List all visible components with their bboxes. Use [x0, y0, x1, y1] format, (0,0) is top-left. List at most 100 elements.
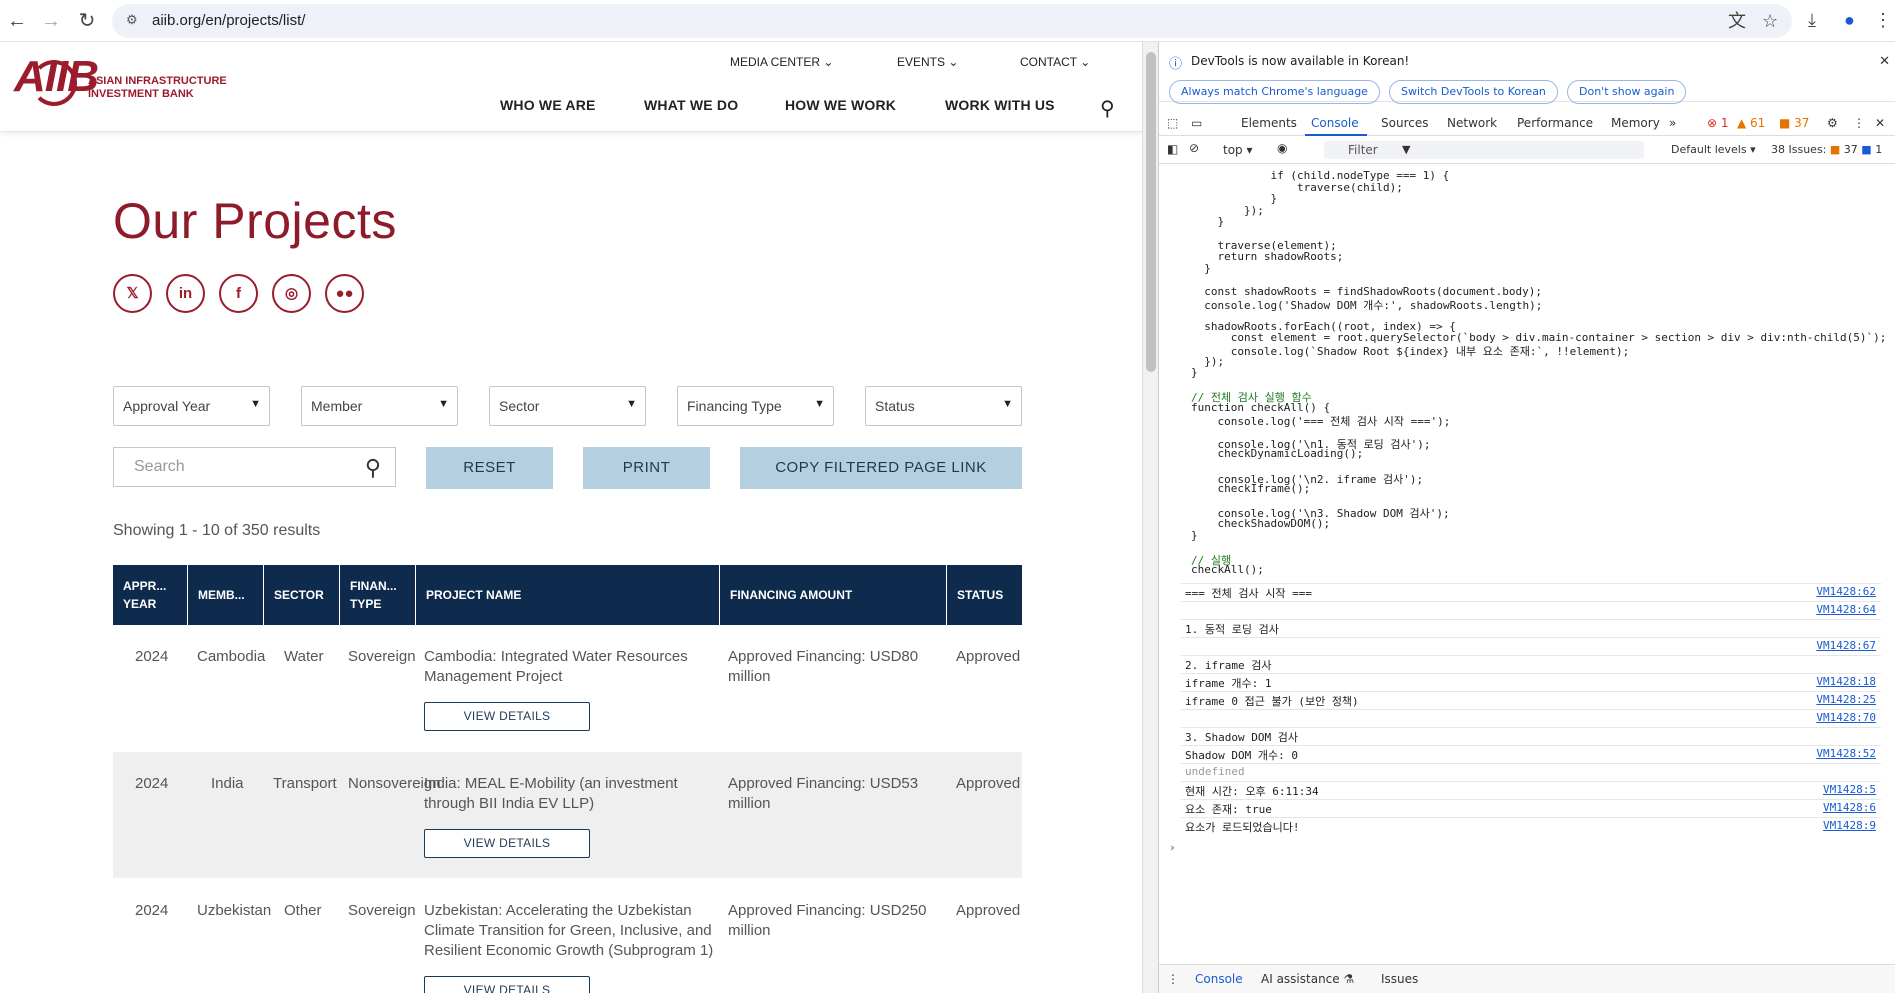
financing-type-select[interactable]: Financing Type ▼	[677, 386, 834, 426]
source-link[interactable]: VM1428:9	[1823, 819, 1876, 832]
message-separator	[1181, 691, 1881, 692]
x-twitter-icon[interactable]: 𝕏	[113, 274, 152, 313]
copy-filtered-link-button[interactable]: COPY FILTERED PAGE LINK	[740, 447, 1022, 489]
page-scroll-thumb[interactable]	[1146, 52, 1156, 372]
approval-year-select[interactable]: Approval Year ▼	[113, 386, 270, 426]
error-count[interactable]: ⊗ 1	[1707, 116, 1729, 130]
search-icon[interactable]: ⚲	[365, 455, 381, 481]
col-status[interactable]: STATUS	[947, 565, 1022, 625]
issues-summary[interactable]: 38 Issues: ■ 37 ■ 1	[1771, 143, 1882, 156]
view-details-button[interactable]: VIEW DETAILS	[424, 829, 590, 858]
url-text[interactable]: aiib.org/en/projects/list/	[152, 12, 305, 29]
search-input[interactable]: Search ⚲	[113, 447, 396, 487]
cell-year: 2024	[135, 648, 169, 665]
more-options-icon[interactable]: ⋮	[1853, 116, 1865, 130]
bookmark-star-icon[interactable]: ☆	[1762, 11, 1778, 31]
source-link[interactable]: VM1428:62	[1816, 585, 1876, 598]
tab-network[interactable]: Network	[1447, 116, 1497, 130]
switch-to-korean-button[interactable]: Switch DevTools to Korean	[1389, 80, 1558, 104]
drawer-menu-icon[interactable]: ⋮	[1167, 972, 1179, 986]
site-info-icon[interactable]: ⚙	[126, 12, 142, 28]
website-viewport: AIIB ASIAN INFRASTRUCTURE INVESTMENT BAN…	[0, 42, 1142, 993]
search-icon[interactable]: ⚲	[1100, 96, 1115, 121]
profile-icon[interactable]: ●	[1844, 10, 1855, 30]
settings-gear-icon[interactable]: ⚙	[1827, 116, 1838, 130]
clear-console-icon[interactable]: ⊘	[1189, 141, 1199, 155]
tab-console[interactable]: Console	[1311, 116, 1359, 130]
back-icon[interactable]: ←	[4, 8, 30, 34]
nav-who-we-are[interactable]: WHO WE ARE	[500, 97, 596, 113]
source-link[interactable]: VM1428:67	[1816, 639, 1876, 652]
linkedin-icon[interactable]: in	[166, 274, 205, 313]
member-select[interactable]: Member ▼	[301, 386, 458, 426]
drawer-tab-console[interactable]: Console	[1195, 972, 1243, 986]
drawer-tab-ai-assistance[interactable]: AI assistance ⚗	[1261, 972, 1354, 986]
view-details-button[interactable]: VIEW DETAILS	[424, 702, 590, 731]
nav-what-we-do[interactable]: WHAT WE DO	[644, 97, 738, 113]
forward-icon[interactable]: →	[38, 8, 64, 34]
source-link[interactable]: VM1428:52	[1816, 747, 1876, 760]
nav-work-with-us[interactable]: WORK WITH US	[945, 97, 1055, 113]
facebook-icon[interactable]: f	[219, 274, 258, 313]
address-bar[interactable]: ⚙ aiib.org/en/projects/list/ 文 ☆	[112, 4, 1792, 38]
inspect-element-icon[interactable]: ⬚	[1167, 116, 1178, 130]
log-levels-select[interactable]: Default levels ▾	[1671, 143, 1756, 156]
source-link[interactable]: VM1428:18	[1816, 675, 1876, 688]
tab-memory[interactable]: Memory	[1611, 116, 1660, 130]
translate-icon[interactable]: 文	[1728, 11, 1746, 31]
page-scrollbar[interactable]	[1142, 42, 1158, 993]
reset-button[interactable]: RESET	[426, 447, 553, 489]
events-link[interactable]: EVENTS ⌄	[897, 55, 958, 69]
console-prompt-icon[interactable]: ›	[1169, 841, 1176, 854]
media-center-link[interactable]: MEDIA CENTER ⌄	[730, 55, 833, 69]
weibo-icon[interactable]: ◎	[272, 274, 311, 313]
issue-count[interactable]: ■ 37	[1779, 116, 1809, 130]
source-link[interactable]: VM1428:64	[1816, 603, 1876, 616]
code-line: console.log('Shadow DOM 개수:', shadowRoot…	[1191, 298, 1543, 312]
col-financing-amount[interactable]: FINANCING AMOUNT	[720, 565, 947, 625]
col-financing-type[interactable]: FINAN... TYPE	[340, 565, 416, 625]
console-output[interactable]: if (child.nodeType === 1) { traverse(chi…	[1159, 165, 1895, 965]
table-header: APPR... YEAR MEMB... SECTOR FINAN... TYP…	[113, 565, 1022, 625]
code-line: }	[1191, 215, 1225, 229]
dont-show-again-button[interactable]: Don't show again	[1567, 80, 1687, 104]
device-toolbar-icon[interactable]: ▭	[1191, 116, 1202, 130]
status-select[interactable]: Status ▼	[865, 386, 1022, 426]
download-icon[interactable]: ⤓	[1808, 10, 1816, 30]
always-match-language-button[interactable]: Always match Chrome's language	[1169, 80, 1380, 104]
tab-sources[interactable]: Sources	[1381, 116, 1428, 130]
console-filter-input[interactable]: Filter	[1324, 141, 1644, 159]
source-link[interactable]: VM1428:6	[1823, 801, 1876, 814]
nav-how-we-work[interactable]: HOW WE WORK	[785, 97, 896, 113]
col-approval-year[interactable]: APPR... YEAR	[113, 565, 188, 625]
close-icon[interactable]: ✕	[1879, 54, 1890, 69]
wechat-icon[interactable]: ●●	[325, 274, 364, 313]
chevron-down-icon: ▼	[814, 398, 825, 410]
drawer-tab-issues[interactable]: Issues	[1381, 972, 1418, 986]
warning-count[interactable]: ▲ 61	[1737, 116, 1765, 130]
col-project-name[interactable]: PROJECT NAME	[416, 565, 720, 625]
reload-icon[interactable]: ↻	[74, 8, 100, 34]
context-selector[interactable]: top ▾	[1223, 143, 1253, 157]
menu-icon[interactable]: ⋮	[1874, 10, 1892, 30]
more-tabs-icon[interactable]: »	[1669, 116, 1676, 130]
eye-icon[interactable]: ◉	[1277, 141, 1287, 155]
sector-select[interactable]: Sector ▼	[489, 386, 646, 426]
console-message: iframe 0 접근 불가 (보안 정책)	[1185, 695, 1359, 708]
view-details-button[interactable]: VIEW DETAILS	[424, 976, 590, 993]
close-devtools-icon[interactable]: ✕	[1875, 116, 1885, 130]
contact-link[interactable]: CONTACT ⌄	[1020, 55, 1090, 69]
cell-member: India	[211, 775, 244, 792]
sidebar-toggle-icon[interactable]: ◧	[1167, 142, 1178, 156]
logo-subtitle[interactable]: ASIAN INFRASTRUCTURE INVESTMENT BANK	[88, 75, 248, 101]
tab-performance[interactable]: Performance	[1517, 116, 1593, 130]
source-link[interactable]: VM1428:70	[1816, 711, 1876, 724]
col-member[interactable]: MEMB...	[188, 565, 264, 625]
message-separator	[1181, 601, 1881, 602]
col-sector[interactable]: SECTOR	[264, 565, 340, 625]
source-link[interactable]: VM1428:25	[1816, 693, 1876, 706]
print-button[interactable]: PRINT	[583, 447, 710, 489]
logo[interactable]: AIIB	[14, 52, 99, 102]
source-link[interactable]: VM1428:5	[1823, 783, 1876, 796]
tab-elements[interactable]: Elements	[1241, 116, 1297, 130]
